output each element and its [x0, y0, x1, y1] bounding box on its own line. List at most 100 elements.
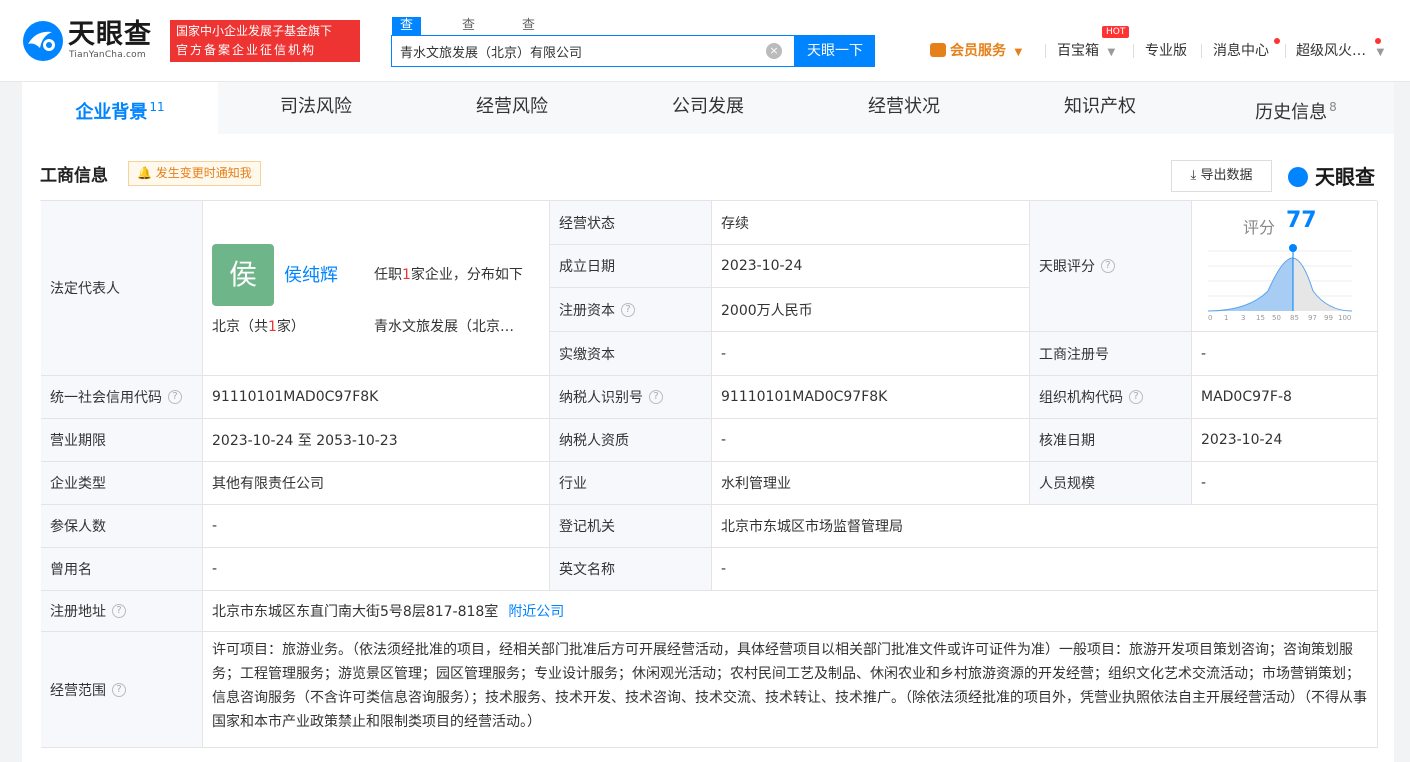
score-value: 77 — [1286, 208, 1317, 233]
help-icon[interactable]: ? — [1101, 259, 1115, 273]
info-table: 法定代表人 侯 侯纯辉 任职1家企业，分布如下 北京（共1家） 青水文旅发展（北… — [40, 200, 1378, 748]
tab-label: 经营状况 — [868, 96, 940, 117]
tab-judicial-risk[interactable]: 司法风险 — [218, 82, 414, 134]
help-icon[interactable]: ? — [168, 390, 182, 404]
company-tabbar: 企业背景 11 司法风险 经营风险 公司发展 经营状况 知识产权 历史信息 8 — [22, 82, 1394, 134]
message-center-link[interactable]: 消息中心 — [1213, 41, 1269, 61]
industry-value: 水利管理业 — [712, 462, 1030, 505]
caret-down-icon: ▼ — [1376, 47, 1385, 58]
nav-divider — [1201, 44, 1202, 58]
user-name: 超级风火… — [1296, 43, 1366, 59]
orgcode-label: 组织机构代码? — [1030, 376, 1192, 419]
nav-divider — [1133, 44, 1134, 58]
score-tick: 97 — [1308, 314, 1317, 322]
tab-search-boss[interactable]: 查老板 — [462, 17, 475, 69]
tab-history-info[interactable]: 历史信息 8 — [1198, 82, 1394, 134]
download-icon: ⤓ — [1190, 168, 1197, 183]
logo-subtext: TianYanCha.com — [69, 50, 146, 60]
tab-label: 司法风险 — [280, 96, 352, 117]
authority-label: 登记机关 — [550, 505, 712, 548]
vip-service-link[interactable]: 会员服务 ▼ — [930, 41, 1022, 61]
logo-text: 天眼查 — [68, 19, 152, 50]
vip-label: 会员服务 — [950, 43, 1006, 59]
score-cell[interactable]: 评分 77 0 1 3 15 50 85 97 99 100 — [1192, 201, 1378, 332]
toolbox-label: 百宝箱 — [1057, 43, 1099, 59]
score-tick: 99 — [1324, 314, 1333, 322]
role-count: 1 — [402, 267, 411, 283]
notify-change-button[interactable]: 🔔 发生变更时通知我 — [128, 161, 261, 186]
nearby-companies-link[interactable]: 附近公司 — [508, 601, 564, 621]
legal-rep-company[interactable]: 青水文旅发展（北京… — [374, 316, 514, 336]
tianyancha-logo[interactable]: 天眼查 TianYanCha.com — [22, 20, 162, 62]
tax-qual-value: - — [712, 419, 1030, 462]
eye-logo-icon — [23, 21, 63, 61]
tab-operating-risk[interactable]: 经营风险 — [414, 82, 610, 134]
former-name-value: - — [203, 548, 550, 591]
paid-capital-label: 实缴资本 — [550, 332, 712, 376]
hot-badge: HOT — [1102, 26, 1130, 38]
credit-code-value: 91110101MAD0C97F8K — [203, 376, 550, 419]
tab-operating-status[interactable]: 经营状况 — [806, 82, 1002, 134]
capital-label: 注册资本? — [550, 288, 712, 332]
founded-label: 成立日期 — [550, 245, 712, 288]
search-button[interactable]: 天眼一下 — [795, 35, 875, 67]
brand-text: 天眼查 — [1314, 165, 1375, 189]
bell-icon: 🔔 — [137, 166, 152, 180]
score-tick: 50 — [1272, 314, 1281, 322]
legal-rep-roles: 任职1家企业，分布如下 — [374, 264, 523, 284]
legal-rep-cell: 侯 侯纯辉 任职1家企业，分布如下 北京（共1家） 青水文旅发展（北京… — [203, 201, 550, 376]
toolbox-link[interactable]: 百宝箱 ▼ — [1057, 41, 1115, 61]
score-tick: 3 — [1241, 314, 1246, 322]
help-icon[interactable]: ? — [621, 302, 635, 317]
score-axis: 0 1 3 15 50 85 97 99 100 — [1208, 314, 1354, 324]
legal-rep-name[interactable]: 侯纯辉 — [284, 261, 338, 287]
former-name-label: 曾用名 — [41, 548, 203, 591]
tab-company-development[interactable]: 公司发展 — [610, 82, 806, 134]
help-icon[interactable]: ? — [112, 682, 126, 697]
user-menu[interactable]: 超级风火… ▼ — [1296, 41, 1384, 61]
english-name-label: 英文名称 — [550, 548, 712, 591]
badge-line-1: 国家中小企业发展子基金旗下 — [176, 24, 333, 38]
status-value: 存续 — [712, 201, 1030, 245]
tab-search-company[interactable]: 查公司 — [392, 17, 422, 69]
score-title: 评分 — [1243, 218, 1276, 237]
help-icon[interactable]: ? — [1129, 390, 1143, 404]
approve-date-value: 2023-10-24 — [1192, 419, 1378, 462]
user-dot — [1375, 38, 1381, 44]
export-data-button[interactable]: ⤓ 导出数据 — [1171, 160, 1272, 192]
badge-line-2: 官方备案企业征信机构 — [176, 43, 317, 57]
orgcode-label-text: 组织机构代码 — [1039, 390, 1123, 406]
taxid-label: 纳税人识别号? — [550, 376, 712, 419]
message-dot — [1274, 38, 1280, 44]
help-icon[interactable]: ? — [649, 390, 663, 404]
tax-qual-label: 纳税人资质 — [550, 419, 712, 462]
avatar[interactable]: 侯 — [212, 244, 274, 306]
nav-divider — [1045, 44, 1046, 58]
approve-date-label: 核准日期 — [1030, 419, 1192, 462]
clear-icon[interactable]: × — [766, 43, 782, 59]
score-tick: 85 — [1290, 314, 1299, 322]
taxid-label-text: 纳税人识别号 — [559, 390, 643, 406]
term-value: 2023-10-24 至 2053-10-23 — [203, 419, 550, 462]
address-label-text: 注册地址 — [50, 604, 106, 620]
tab-search-relation[interactable]: 查关系 — [522, 17, 535, 69]
term-label: 营业期限 — [41, 419, 203, 462]
paid-capital-value: - — [712, 332, 1030, 376]
tab-label: 经营风险 — [476, 96, 548, 117]
staff-size-label: 人员规模 — [1030, 462, 1192, 505]
credit-label-text: 统一社会信用代码 — [50, 390, 162, 406]
staff-size-value: - — [1192, 462, 1378, 505]
search-input[interactable] — [400, 36, 760, 66]
regno-label: 工商注册号 — [1030, 332, 1192, 376]
eye-logo-icon — [1288, 167, 1308, 187]
tab-intellectual-property[interactable]: 知识产权 — [1002, 82, 1198, 134]
tab-count: 8 — [1329, 100, 1337, 114]
score-label: 天眼评分? — [1030, 201, 1192, 332]
score-distribution-chart — [1208, 244, 1353, 312]
official-badge: 国家中小企业发展子基金旗下 官方备案企业征信机构 — [170, 20, 360, 62]
nav-divider — [1285, 44, 1286, 58]
pro-version-link[interactable]: 专业版 — [1145, 41, 1187, 61]
tab-company-background[interactable]: 企业背景 11 — [22, 82, 218, 134]
help-icon[interactable]: ? — [112, 604, 126, 618]
region-count: 1 — [268, 319, 277, 335]
